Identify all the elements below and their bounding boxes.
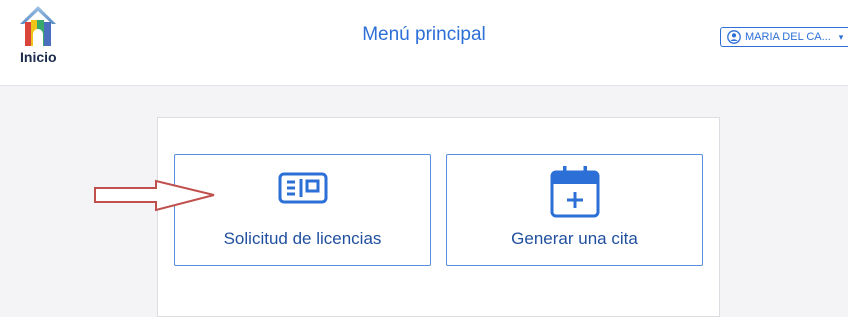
header: Inicio Menú principal MARIA DEL CA... ▾ — [0, 0, 848, 86]
home-label: Inicio — [20, 49, 57, 65]
generar-cita-button[interactable]: Generar una cita — [446, 154, 703, 266]
calendar-plus-icon — [550, 166, 600, 218]
solicitud-licencias-label: Solicitud de licencias — [223, 229, 382, 248]
user-menu-button[interactable]: MARIA DEL CA... ▾ — [720, 27, 848, 47]
annotation-arrow — [94, 179, 215, 212]
generar-cita-label: Generar una cita — [511, 229, 638, 248]
chevron-down-icon: ▾ — [838, 31, 844, 42]
user-name: MARIA DEL CA... — [745, 31, 831, 43]
user-circle-icon — [727, 30, 741, 44]
id-card-icon — [278, 172, 328, 204]
